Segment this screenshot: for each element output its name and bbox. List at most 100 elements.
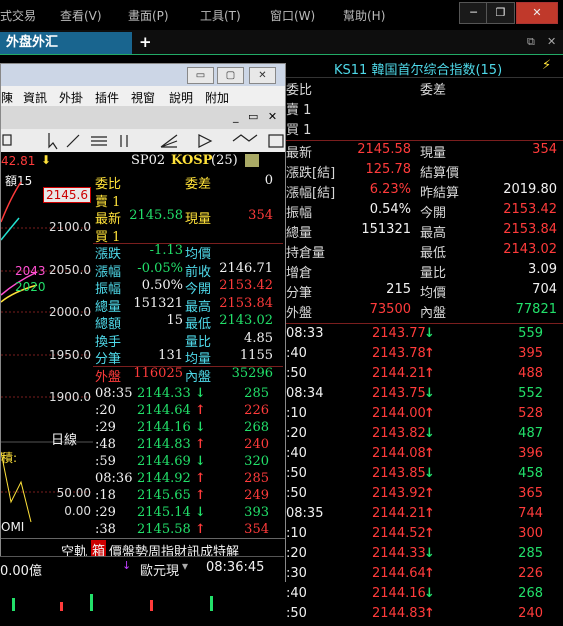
mini-minimize-icon[interactable]: _ [233,110,239,123]
ks-tick-time: :10 [286,406,307,421]
quote-value2: 354 [248,208,273,223]
rect-tool-icon [268,134,284,148]
bottom-status-bar: 0.00億 ↓ 歐元現 ▾ 08:36:45 [0,556,284,583]
ks-tick-row: 08:33 2143.77 ↓ 559 [284,326,563,346]
ks-top-label2: 委差 [420,83,447,98]
ks-tick-arrow-icon: ↓ [424,466,435,481]
chart-bottom-label: OMI [1,520,25,534]
add-tab-button[interactable]: + [139,33,152,51]
wmenu-info[interactable]: 資訊 [23,89,47,106]
ks-tick-arrow-icon: ↑ [424,446,435,461]
quote-tick-price: 2144.16 [137,420,191,435]
ks-tick-qty: 300 [518,526,543,541]
quote-box-icon[interactable] [245,154,259,167]
tab-close-icon[interactable]: ✕ [547,35,556,48]
ks-tick-row: :20 2143.82 ↓ 487 [284,426,563,446]
quote-tick-time: :29 [95,420,116,435]
ks-tick-qty: 240 [518,606,543,621]
restore-button[interactable]: ❐ [486,2,515,24]
ks-tick-price: 2144.33 [372,546,426,561]
ks-tick-time: :10 [286,526,307,541]
quote-code: SP02 [131,153,166,168]
quote-value: 116025 [133,365,183,381]
ks-tick-qty: 487 [518,426,543,441]
menu-help[interactable]: 幫助(H) [343,7,385,24]
quote-tick-price: 2144.64 [137,403,191,418]
price-chart: 42.81 ⬇ 額15 2145.6 2100.0 2050.0 2000.0 [1,152,94,538]
ks-tick-row: :50 2144.21 ↑ 488 [284,366,563,386]
ks-tick-arrow-icon: ↓ [424,326,435,341]
window-minimize-button[interactable]: ▭ [187,67,214,84]
mini-restore-icon[interactable]: ▭ [248,110,258,123]
wmenu-window[interactable]: 視窗 [131,89,155,106]
level-a: 2043 [15,264,46,278]
quote-value2: 4.85 [244,330,273,346]
quote-value2: 2153.42 [219,278,273,293]
wmenu-0[interactable]: 陳 [1,89,13,106]
quote-tick-row: :29 2145.14 ↓ 393 [93,505,283,523]
ks-stat-row: 最新 2145.58 現量 354 [284,142,563,162]
quote-row: 分筆 131 均量 1155 [93,348,283,367]
ytick-2000: 2000.0 [49,305,91,319]
quote-label2: 最高 [185,299,212,315]
wmenu-extra[interactable]: 附加 [205,89,229,106]
quote-label2: 內盤 [185,369,212,385]
quote-tick-arrow-icon: ↓ [195,454,206,469]
quote-tick-row: 08:36 2144.92 ↑ 285 [93,471,283,489]
quote-value2: 2153.84 [219,295,273,311]
ks-tick-time: :20 [286,426,307,441]
ks-tick-time: :50 [286,486,307,501]
menu-view[interactable]: 查看(V) [60,7,102,24]
close-button[interactable]: ✕ [516,2,558,24]
ks-tick-row: :40 2144.16 ↓ 268 [284,586,563,606]
ks-tick-price: 2143.82 [372,426,426,441]
quote-value2: 0 [264,173,273,188]
ks-tick-arrow-icon: ↑ [424,346,435,361]
ytick-1950: 1950.0 [49,348,91,362]
tab-daily[interactable]: 日線 [51,429,77,448]
ks-tick-qty: 528 [518,406,543,421]
ks-tick-qty: 488 [518,366,543,381]
menu-tools[interactable]: 工具(T) [200,7,241,24]
menu-screen[interactable]: 畫面(P) [128,7,169,24]
window-titlebar[interactable]: ▭ ▢ ✕ [1,64,285,86]
ks-tick-qty: 285 [518,546,543,561]
ks-stat-label: 總量 [286,226,313,241]
ks-stat-value2: 2153.42 [503,202,557,217]
ks-stat-label2: 昨結算 [420,186,460,201]
quote-tick-row: 08:35 2144.33 ↓ 285 [93,386,283,404]
window-maximize-button[interactable]: ▢ [217,67,244,84]
ks-top-label: 委比 [286,83,313,98]
ks-tick-arrow-icon: ↑ [424,406,435,421]
quote-label2: 今開 [185,282,212,297]
wmenu-help[interactable]: 說明 [169,89,193,106]
ks-stat-row: 振幅 0.54% 今開 2153.42 [284,202,563,222]
quote-tick-price: 2144.83 [137,437,191,452]
ks-stat-label: 振幅 [286,206,313,221]
ks-stat-label: 增倉 [286,266,313,281]
lightning-icon[interactable]: ⚡ [542,58,551,73]
quote-panel: SP02 KOSP (25) 委比 委差 0 賣 1 最新 2145.58 現量 354 買 1… [93,152,283,538]
ks-stat-label: 外盤 [286,306,313,321]
quote-tick-row: :29 2144.16 ↓ 268 [93,420,283,438]
wmenu-plugin-ext[interactable]: 外掛 [59,89,83,106]
wmenu-plugins[interactable]: 插件 [95,89,119,106]
mini-close-icon[interactable]: ✕ [268,110,277,123]
menu-window[interactable]: 窗口(W) [270,7,315,24]
menu-trade[interactable]: 式交易 [0,7,36,24]
quote-tick-arrow-icon: ↓ [195,386,206,401]
ks-tick-qty: 458 [518,466,543,481]
quote-tick-arrow-icon: ↓ [195,420,206,435]
main-menubar: 式交易 查看(V) 畫面(P) 工具(T) 窗口(W) 幫助(H) ─ ❐ ✕ [0,0,563,30]
ks-tick-time: 08:33 [286,326,324,341]
ks-stat-value: 6.23% [369,182,411,197]
ks11-title-bar: KS11 韓国首尔综合指数(15) ⚡ [284,55,563,78]
quote-label2: 現量 [185,212,212,227]
side-label: 積: [1,451,18,465]
tab-detach-icon[interactable]: ⧉ [527,35,535,49]
quote-row: 總量 151321 最高 2153.84 [93,295,283,315]
minimize-button[interactable]: ─ [459,2,488,24]
tab-forex[interactable]: 外盘外汇 [0,32,132,54]
ks-tick-time: :50 [286,366,307,381]
window-close-button[interactable]: ✕ [249,67,276,84]
